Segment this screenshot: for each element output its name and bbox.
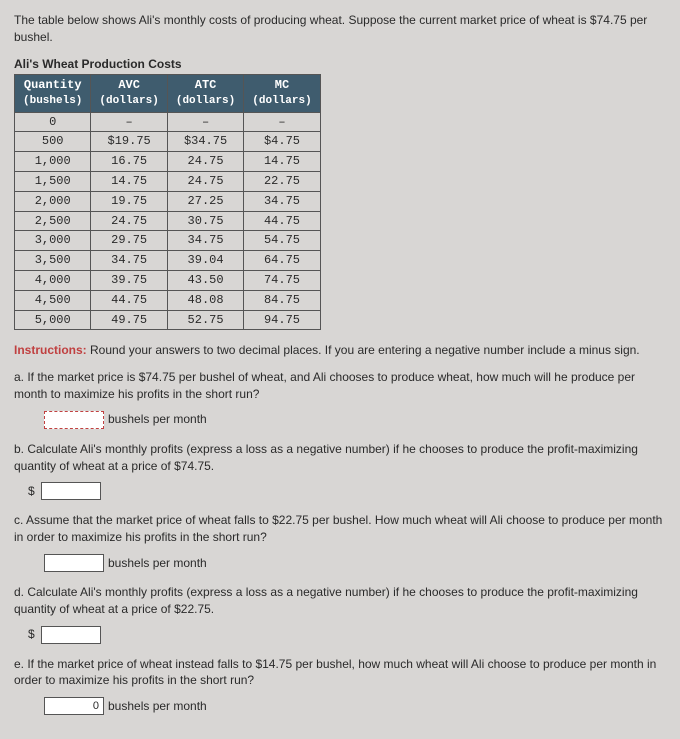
- question-b: b. Calculate Ali's monthly profits (expr…: [14, 441, 666, 475]
- cell-qty: 500: [15, 132, 91, 152]
- cell-atc: 24.75: [167, 171, 243, 191]
- table-row: 4,00039.7543.5074.75: [15, 270, 321, 290]
- cell-atc: 27.25: [167, 191, 243, 211]
- cell-qty: 2,000: [15, 191, 91, 211]
- cell-avc: 44.75: [91, 290, 167, 310]
- input-a[interactable]: [44, 411, 104, 429]
- dollar-d: $: [28, 626, 35, 643]
- cell-mc: 84.75: [244, 290, 320, 310]
- cell-avc: 14.75: [91, 171, 167, 191]
- cell-qty: 4,500: [15, 290, 91, 310]
- cell-avc: 29.75: [91, 231, 167, 251]
- header-avc: AVC (dollars): [91, 75, 167, 112]
- cell-avc: 16.75: [91, 152, 167, 172]
- table-row: 2,00019.7527.2534.75: [15, 191, 321, 211]
- table-row: 3,00029.7534.7554.75: [15, 231, 321, 251]
- question-d: d. Calculate Ali's monthly profits (expr…: [14, 584, 666, 618]
- cell-mc: $4.75: [244, 132, 320, 152]
- cell-mc: 74.75: [244, 270, 320, 290]
- cell-qty: 1,000: [15, 152, 91, 172]
- header-mc: MC (dollars): [244, 75, 320, 112]
- dollar-b: $: [28, 483, 35, 500]
- table-row: 500$19.75$34.75$4.75: [15, 132, 321, 152]
- cell-qty: 3,000: [15, 231, 91, 251]
- table-row: 3,50034.7539.0464.75: [15, 251, 321, 271]
- cell-mc: 22.75: [244, 171, 320, 191]
- cell-atc: 24.75: [167, 152, 243, 172]
- cell-qty: 1,500: [15, 171, 91, 191]
- cell-atc: 52.75: [167, 310, 243, 330]
- cell-atc: 48.08: [167, 290, 243, 310]
- cell-avc: 19.75: [91, 191, 167, 211]
- header-atc: ATC (dollars): [167, 75, 243, 112]
- cell-mc: 94.75: [244, 310, 320, 330]
- question-e: e. If the market price of wheat instead …: [14, 656, 666, 690]
- cell-avc: 49.75: [91, 310, 167, 330]
- cell-qty: 0: [15, 112, 91, 132]
- cell-mc: 34.75: [244, 191, 320, 211]
- table-row: 1,00016.7524.7514.75: [15, 152, 321, 172]
- header-qty: Quantity (bushels): [15, 75, 91, 112]
- input-b[interactable]: [41, 482, 101, 500]
- unit-e: bushels per month: [108, 698, 207, 715]
- cell-atc: 34.75: [167, 231, 243, 251]
- unit-c: bushels per month: [108, 555, 207, 572]
- cell-avc: 24.75: [91, 211, 167, 231]
- cell-qty: 3,500: [15, 251, 91, 271]
- cell-avc: –: [91, 112, 167, 132]
- cell-avc: 34.75: [91, 251, 167, 271]
- cost-table: Quantity (bushels) AVC (dollars) ATC (do…: [14, 74, 321, 330]
- table-row: 1,50014.7524.7522.75: [15, 171, 321, 191]
- instructions-label: Instructions:: [14, 343, 87, 357]
- table-row: 4,50044.7548.0884.75: [15, 290, 321, 310]
- cell-qty: 2,500: [15, 211, 91, 231]
- cell-avc: $19.75: [91, 132, 167, 152]
- intro-text: The table below shows Ali's monthly cost…: [14, 12, 666, 46]
- cell-avc: 39.75: [91, 270, 167, 290]
- unit-a: bushels per month: [108, 411, 207, 428]
- instructions: Instructions: Round your answers to two …: [14, 342, 666, 359]
- cell-mc: –: [244, 112, 320, 132]
- cell-atc: 30.75: [167, 211, 243, 231]
- table-row: 2,50024.7530.7544.75: [15, 211, 321, 231]
- cell-qty: 4,000: [15, 270, 91, 290]
- cell-qty: 5,000: [15, 310, 91, 330]
- cell-atc: 43.50: [167, 270, 243, 290]
- table-title: Ali's Wheat Production Costs: [14, 56, 666, 73]
- input-d[interactable]: [41, 626, 101, 644]
- cell-atc: –: [167, 112, 243, 132]
- input-c[interactable]: [44, 554, 104, 572]
- cell-mc: 54.75: [244, 231, 320, 251]
- cell-mc: 14.75: [244, 152, 320, 172]
- question-a: a. If the market price is $74.75 per bus…: [14, 369, 666, 403]
- cell-atc: $34.75: [167, 132, 243, 152]
- cell-atc: 39.04: [167, 251, 243, 271]
- cell-mc: 64.75: [244, 251, 320, 271]
- question-c: c. Assume that the market price of wheat…: [14, 512, 666, 546]
- cell-mc: 44.75: [244, 211, 320, 231]
- table-row: 5,00049.7552.7594.75: [15, 310, 321, 330]
- table-row: 0–––: [15, 112, 321, 132]
